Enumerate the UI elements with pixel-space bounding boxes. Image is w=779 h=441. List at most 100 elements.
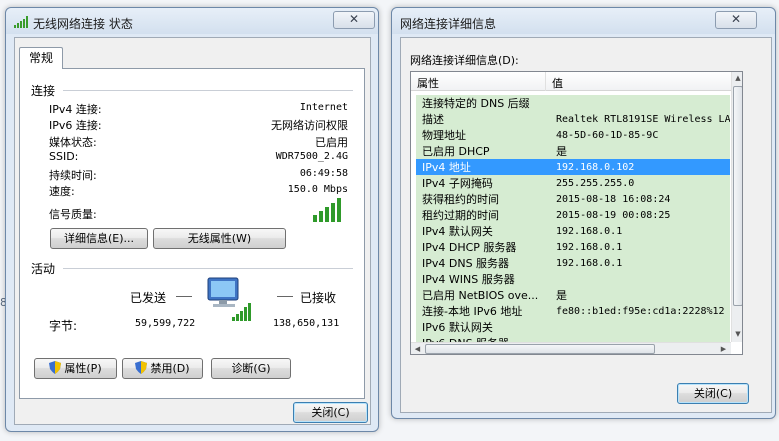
detail-row[interactable]: IPv4 子网掩码 255.255.255.0 <box>416 175 730 191</box>
detail-property: IPv4 子网掩码 <box>422 177 493 190</box>
speed-label: 速度: <box>49 185 75 198</box>
detail-value <box>550 319 730 335</box>
detail-property: IPv4 DHCP 服务器 <box>422 241 517 254</box>
detail-row[interactable]: 连接特定的 DNS 后缀 <box>416 95 730 111</box>
ssid-value: WDR7500_2.4G <box>275 151 348 162</box>
detail-value: 192.168.0.1 <box>556 225 623 237</box>
details-button[interactable]: 详细信息(E)... <box>50 228 148 249</box>
status-window: 无线网络连接 状态 ✕ 常规 连接 IPv4 连接: Internet IPv6… <box>5 7 379 432</box>
network-computer-icon <box>207 277 251 321</box>
detail-row[interactable]: IPv4 默认网关 192.168.0.1 <box>416 223 730 239</box>
vertical-scrollbar[interactable]: ▲ ▼ <box>731 72 742 342</box>
detail-property: 描述 <box>422 113 444 126</box>
received-label: 已接收 <box>300 291 337 305</box>
properties-button-label: 属性(P) <box>64 362 102 375</box>
list-header: 属性 值 <box>411 72 731 91</box>
connection-heading: 连接 <box>31 84 56 98</box>
sent-label: 已发送 <box>130 291 167 305</box>
connection-divider <box>63 90 353 91</box>
details-list-label: 网络连接详细信息(D): <box>410 54 519 67</box>
bytes-sent-value: 59,599,722 <box>135 318 196 329</box>
speed-value: 150.0 Mbps <box>287 184 348 195</box>
signal-quality-label: 信号质量: <box>49 208 97 221</box>
details-titlebar[interactable]: 网络连接详细信息 ✕ <box>392 8 775 34</box>
disable-button-label: 禁用(D) <box>150 362 190 375</box>
tab-general[interactable]: 常规 <box>19 47 63 69</box>
detail-row[interactable]: 连接-本地 IPv6 地址 fe80::b1ed:f95e:cd1a:2228%1… <box>416 303 730 319</box>
column-header-property[interactable]: 属性 <box>417 75 439 91</box>
scroll-right-arrow-icon[interactable]: ▶ <box>717 343 730 354</box>
detail-property: IPv4 地址 <box>422 161 471 174</box>
status-close-button[interactable]: 关闭(C) <box>293 402 368 423</box>
detail-row[interactable]: 物理地址 48-5D-60-1D-85-9C <box>416 127 730 143</box>
details-window: 网络连接详细信息 ✕ 网络连接详细信息(D): 属性 值 连接特定的 DNS 后… <box>391 7 776 419</box>
hscroll-thumb[interactable] <box>425 344 655 354</box>
detail-property: 获得租约的时间 <box>422 193 499 206</box>
detail-property: 物理地址 <box>422 129 466 142</box>
detail-row[interactable]: IPv4 WINS 服务器 <box>416 271 730 287</box>
detail-row[interactable]: 已启用 DHCP 是 <box>416 143 730 159</box>
wireless-properties-button[interactable]: 无线属性(W) <box>153 228 286 249</box>
scroll-up-arrow-icon[interactable]: ▲ <box>732 72 742 85</box>
detail-value: 48-5D-60-1D-85-9C <box>556 129 659 141</box>
detail-row[interactable]: 获得租约的时间 2015-08-18 16:08:24 <box>416 191 730 207</box>
detail-value: 255.255.255.0 <box>556 177 635 189</box>
media-state-label: 媒体状态: <box>49 136 97 149</box>
detail-row[interactable]: 租约过期的时间 2015-08-19 00:08:25 <box>416 207 730 223</box>
details-window-close-icon[interactable]: ✕ <box>715 11 757 29</box>
scroll-down-arrow-icon[interactable]: ▼ <box>732 328 742 341</box>
wifi-signal-icon <box>14 16 28 28</box>
detail-property: IPv4 WINS 服务器 <box>422 273 515 286</box>
detail-property: 已启用 NetBIOS ove... <box>422 289 539 302</box>
sent-line <box>176 296 192 297</box>
bytes-label: 字节: <box>49 319 78 333</box>
detail-value: 是 <box>556 145 567 158</box>
duration-value: 06:49:58 <box>299 168 348 179</box>
detail-row[interactable]: IPv4 DHCP 服务器 192.168.0.1 <box>416 239 730 255</box>
tab-general-label: 常规 <box>28 51 53 65</box>
detail-value: fe80::b1ed:f95e:cd1a:2228%12 <box>556 305 725 317</box>
details-close-button[interactable]: 关闭(C) <box>677 383 749 404</box>
detail-value: 192.168.0.1 <box>556 241 623 253</box>
ipv6-connectivity-value: 无网络访问权限 <box>271 119 348 132</box>
received-line <box>277 296 293 297</box>
ssid-label: SSID: <box>49 150 79 163</box>
diagnose-button[interactable]: 诊断(G) <box>211 358 291 379</box>
detail-property: 租约过期的时间 <box>422 209 499 222</box>
uac-shield-icon <box>49 361 62 374</box>
signal-strength-icon <box>313 198 341 222</box>
detail-value <box>550 271 730 287</box>
scroll-thumb[interactable] <box>733 86 742 306</box>
status-client-area: 常规 连接 IPv4 连接: Internet IPv6 连接: 无网络访问权限… <box>14 37 371 425</box>
activity-heading: 活动 <box>31 262 56 276</box>
detail-row[interactable]: IPv4 地址 192.168.0.102 <box>416 159 730 175</box>
column-header-value[interactable]: 值 <box>552 75 563 91</box>
bytes-received-value: 138,650,131 <box>273 318 340 329</box>
detail-value: 2015-08-18 16:08:24 <box>556 193 671 205</box>
detail-property: 连接-本地 IPv6 地址 <box>422 305 523 318</box>
detail-row[interactable]: 已启用 NetBIOS ove... 是 <box>416 287 730 303</box>
scroll-left-arrow-icon[interactable]: ◀ <box>411 343 424 354</box>
horizontal-scrollbar[interactable]: ◀ ▶ <box>411 342 731 354</box>
details-listview[interactable]: 属性 值 连接特定的 DNS 后缀描述 Realtek RTL8191SE Wir… <box>410 71 743 355</box>
detail-row[interactable]: IPv6 默认网关 <box>416 319 730 335</box>
properties-button[interactable]: 属性(P) <box>34 358 117 379</box>
detail-value: Realtek RTL8191SE Wireless LAN <box>556 113 730 125</box>
list-body: 连接特定的 DNS 后缀描述 Realtek RTL8191SE Wireless… <box>416 95 730 343</box>
detail-row[interactable]: 描述 Realtek RTL8191SE Wireless LAN <box>416 111 730 127</box>
detail-value: 192.168.0.1 <box>556 257 623 269</box>
detail-value: 192.168.0.102 <box>556 161 635 173</box>
details-window-title: 网络连接详细信息 <box>400 17 497 31</box>
column-separator[interactable] <box>545 72 546 91</box>
uac-shield-icon <box>135 361 148 374</box>
status-window-close-icon[interactable]: ✕ <box>333 11 375 29</box>
media-state-value: 已启用 <box>315 136 348 149</box>
disable-button[interactable]: 禁用(D) <box>122 358 203 379</box>
details-table: 连接特定的 DNS 后缀描述 Realtek RTL8191SE Wireless… <box>416 95 730 343</box>
status-window-title: 无线网络连接 状态 <box>33 17 133 31</box>
detail-row[interactable]: IPv4 DNS 服务器 192.168.0.1 <box>416 255 730 271</box>
duration-label: 持续时间: <box>49 169 97 182</box>
status-titlebar[interactable]: 无线网络连接 状态 ✕ <box>6 8 378 34</box>
detail-value: 是 <box>556 289 567 302</box>
ipv4-connectivity-value: Internet <box>299 102 348 113</box>
